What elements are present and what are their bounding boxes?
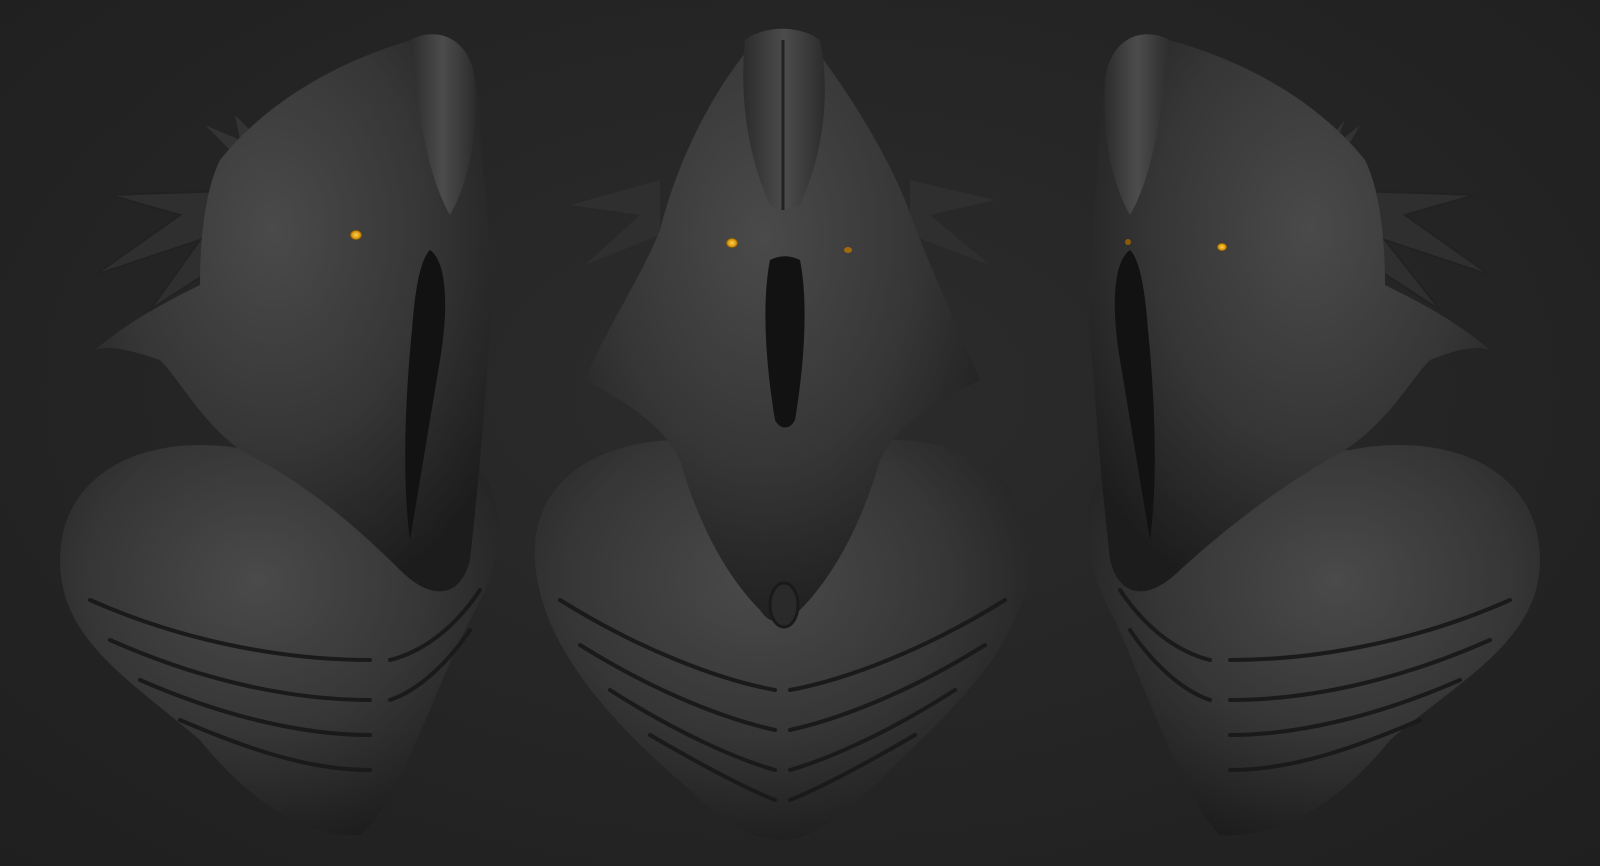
- sculpt-render: [60, 28, 1540, 840]
- fin-left: [570, 180, 660, 265]
- creature-head-left: [60, 34, 499, 836]
- eye-glow-left: [350, 230, 362, 240]
- render-viewport: [0, 0, 1600, 866]
- eye-glow-right: [844, 247, 852, 253]
- eye-glow-left: [1125, 239, 1131, 245]
- creature-head-front: [534, 28, 1031, 840]
- eye-glow-left: [726, 238, 738, 248]
- eye-glow-right: [1217, 243, 1227, 251]
- creature-head-right: [1086, 34, 1540, 836]
